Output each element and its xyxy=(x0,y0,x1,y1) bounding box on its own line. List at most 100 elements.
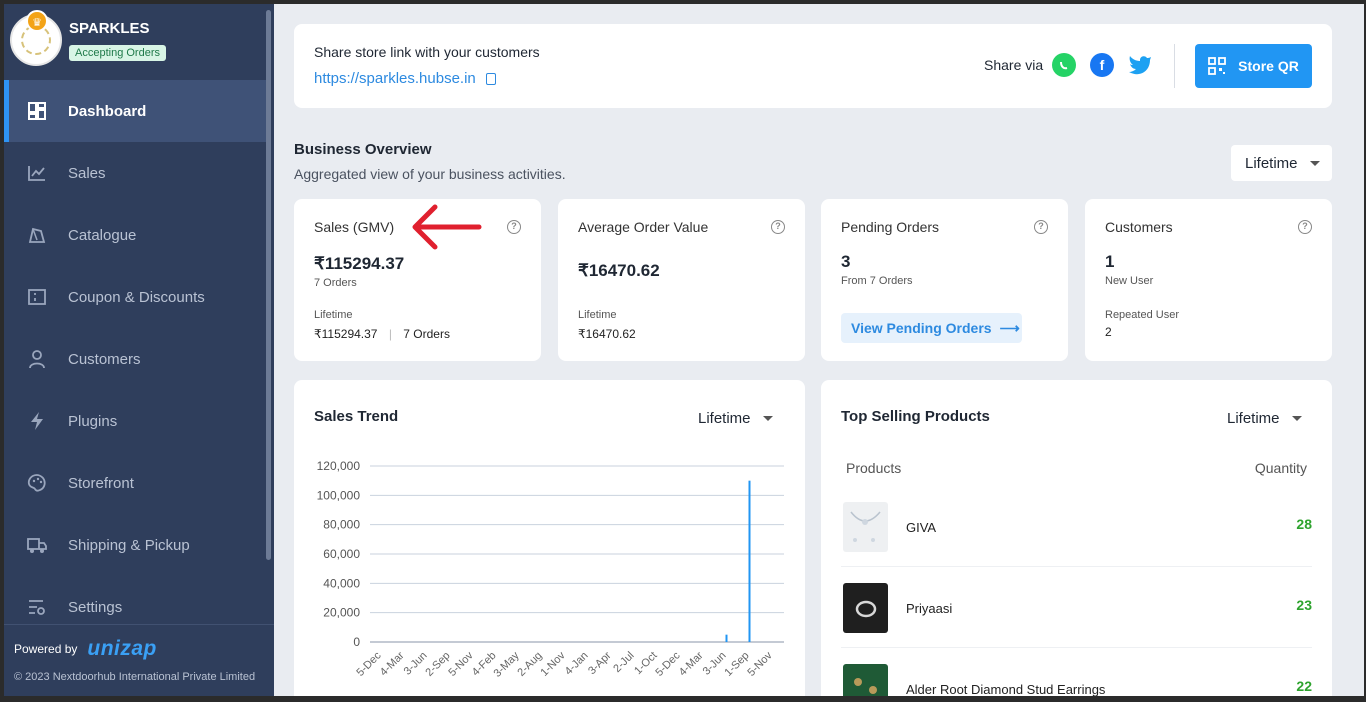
business-overview-subtitle: Aggregated view of your business activit… xyxy=(294,166,566,182)
twitter-icon[interactable] xyxy=(1128,53,1152,77)
qr-code-icon xyxy=(1208,57,1227,75)
pending-orders-card: Pending Orders ? 3 From 7 Orders View Pe… xyxy=(821,199,1068,361)
x-tick-label: 4-Mar xyxy=(378,649,407,678)
x-tick-label: 2-Aug xyxy=(515,650,544,679)
palette-icon xyxy=(26,472,48,494)
y-tick-label: 0 xyxy=(353,635,360,649)
truck-icon xyxy=(26,534,48,556)
x-tick-label: 1-Sep xyxy=(722,650,751,679)
sales-period-label: Lifetime xyxy=(314,309,353,321)
x-tick-label: 4-Mar xyxy=(677,649,706,678)
help-icon[interactable]: ? xyxy=(771,220,785,234)
x-tick-label: 3-May xyxy=(492,649,522,679)
annotation-arrow-icon xyxy=(399,197,489,262)
sidebar-item-sales[interactable]: Sales xyxy=(4,142,266,204)
help-icon[interactable]: ? xyxy=(1298,220,1312,234)
sales-orders: 7 Orders xyxy=(314,277,357,289)
stat-title: Sales (GMV) xyxy=(314,219,395,235)
chart-line-icon xyxy=(26,162,48,184)
product-thumbnail xyxy=(843,583,888,633)
customers-card: Customers ? 1 New User Repeated User 2 xyxy=(1085,199,1332,361)
business-overview-title: Business Overview xyxy=(294,141,432,158)
x-tick-label: 5-Nov xyxy=(745,649,775,679)
store-qr-label: Store QR xyxy=(1238,58,1299,74)
repeated-user-label: Repeated User xyxy=(1105,309,1179,321)
help-icon[interactable]: ? xyxy=(507,220,521,234)
pending-value: 3 xyxy=(841,252,851,271)
sales-period-orders: 7 Orders xyxy=(403,327,450,341)
sidebar-item-label: Customers xyxy=(68,350,141,368)
y-tick-label: 60,000 xyxy=(323,547,360,561)
y-tick-label: 100,000 xyxy=(317,488,361,502)
product-name: Priyaasi xyxy=(906,601,953,616)
product-thumbnail xyxy=(843,664,888,696)
aov-value: ₹16470.62 xyxy=(578,261,660,280)
top-selling-title: Top Selling Products xyxy=(841,408,990,425)
pending-sub: From 7 Orders xyxy=(841,275,913,287)
share-divider xyxy=(1174,44,1175,88)
sidebar-item-shipping[interactable]: Shipping & Pickup xyxy=(4,514,266,576)
stat-title: Customers xyxy=(1105,219,1173,235)
sidebar-item-plugins[interactable]: Plugins xyxy=(4,390,266,452)
x-tick-label: 3-Apr xyxy=(586,649,614,677)
chevron-down-icon xyxy=(762,415,773,421)
products-column-header: Products xyxy=(846,460,902,476)
sales-trend-period-dropdown[interactable]: Lifetime xyxy=(684,400,787,436)
view-pending-label: View Pending Orders xyxy=(851,320,992,336)
settings-icon xyxy=(26,596,48,618)
aov-card: Average Order Value ? ₹16470.62 Lifetime… xyxy=(558,199,805,361)
sidebar-item-dashboard[interactable]: Dashboard xyxy=(4,80,266,142)
chart-bar xyxy=(725,634,728,642)
x-tick-label: 1-Nov xyxy=(538,649,568,679)
y-tick-label: 20,000 xyxy=(323,606,360,620)
dashboard-icon xyxy=(26,100,48,122)
list-item[interactable]: GIVA 28 xyxy=(841,486,1312,567)
sidebar-item-label: Settings xyxy=(68,598,123,616)
copy-icon[interactable] xyxy=(485,73,496,86)
stat-title: Average Order Value xyxy=(578,219,709,235)
main-content: Share store link with your customers htt… xyxy=(274,4,1364,696)
store-link[interactable]: https://sparkles.hubse.in xyxy=(314,70,496,87)
bolt-icon xyxy=(26,410,48,432)
arrow-right-icon: ⟶ xyxy=(999,319,1020,336)
overview-period-dropdown[interactable]: Lifetime xyxy=(1231,145,1332,181)
sidebar-item-coupons[interactable]: Coupon & Discounts xyxy=(4,266,266,328)
sidebar-item-customers[interactable]: Customers xyxy=(4,328,266,390)
customers-value: 1 xyxy=(1105,252,1115,271)
sidebar-item-label: Storefront xyxy=(68,474,134,492)
user-icon xyxy=(26,348,48,370)
help-icon[interactable]: ? xyxy=(1034,220,1048,234)
crown-icon: ♛ xyxy=(26,10,48,32)
y-tick-label: 120,000 xyxy=(317,459,361,473)
sales-trend-card: Sales Trend Lifetime 120,000 100,000 80,00… xyxy=(294,380,805,696)
top-selling-card: Top Selling Products Lifetime Products Q… xyxy=(821,380,1332,696)
sidebar-item-label: Plugins xyxy=(68,412,118,430)
sidebar-item-label: Coupon & Discounts xyxy=(68,288,205,306)
stat-title: Pending Orders xyxy=(841,219,940,235)
store-link-text[interactable]: https://sparkles.hubse.in xyxy=(314,70,476,87)
chevron-down-icon xyxy=(1309,160,1320,166)
sidebar-item-storefront[interactable]: Storefront xyxy=(4,452,266,514)
sales-period-value: ₹115294.37 xyxy=(314,327,378,341)
store-qr-button[interactable]: Store QR xyxy=(1195,44,1312,88)
unizap-logo: unizap xyxy=(87,637,157,660)
top-selling-period-dropdown[interactable]: Lifetime xyxy=(1213,400,1316,436)
whatsapp-icon[interactable] xyxy=(1052,53,1076,77)
sidebar-scrollbar[interactable] xyxy=(266,10,271,560)
x-tick-label: 5-Dec xyxy=(354,649,384,679)
aov-period-value: ₹16470.62 xyxy=(578,327,636,341)
list-item[interactable]: Alder Root Diamond Stud Earrings 22 xyxy=(841,648,1312,696)
tag-icon xyxy=(26,224,48,246)
status-badge[interactable]: Accepting Orders xyxy=(69,45,166,61)
product-name: Alder Root Diamond Stud Earrings xyxy=(906,682,1106,696)
store-header: ♛ SPARKLES Accepting Orders xyxy=(4,4,274,80)
facebook-icon[interactable]: f xyxy=(1090,53,1114,77)
product-thumbnail xyxy=(843,502,888,552)
sidebar-item-label: Shipping & Pickup xyxy=(68,536,190,554)
list-item[interactable]: Priyaasi 23 xyxy=(841,567,1312,648)
copyright-text: © 2023 Nextdoorhub International Private… xyxy=(14,671,256,683)
sidebar-item-catalogue[interactable]: Catalogue xyxy=(4,204,266,266)
product-name: GIVA xyxy=(906,520,937,535)
y-tick-label: 80,000 xyxy=(323,518,360,532)
view-pending-orders-button[interactable]: View Pending Orders ⟶ xyxy=(841,313,1022,343)
